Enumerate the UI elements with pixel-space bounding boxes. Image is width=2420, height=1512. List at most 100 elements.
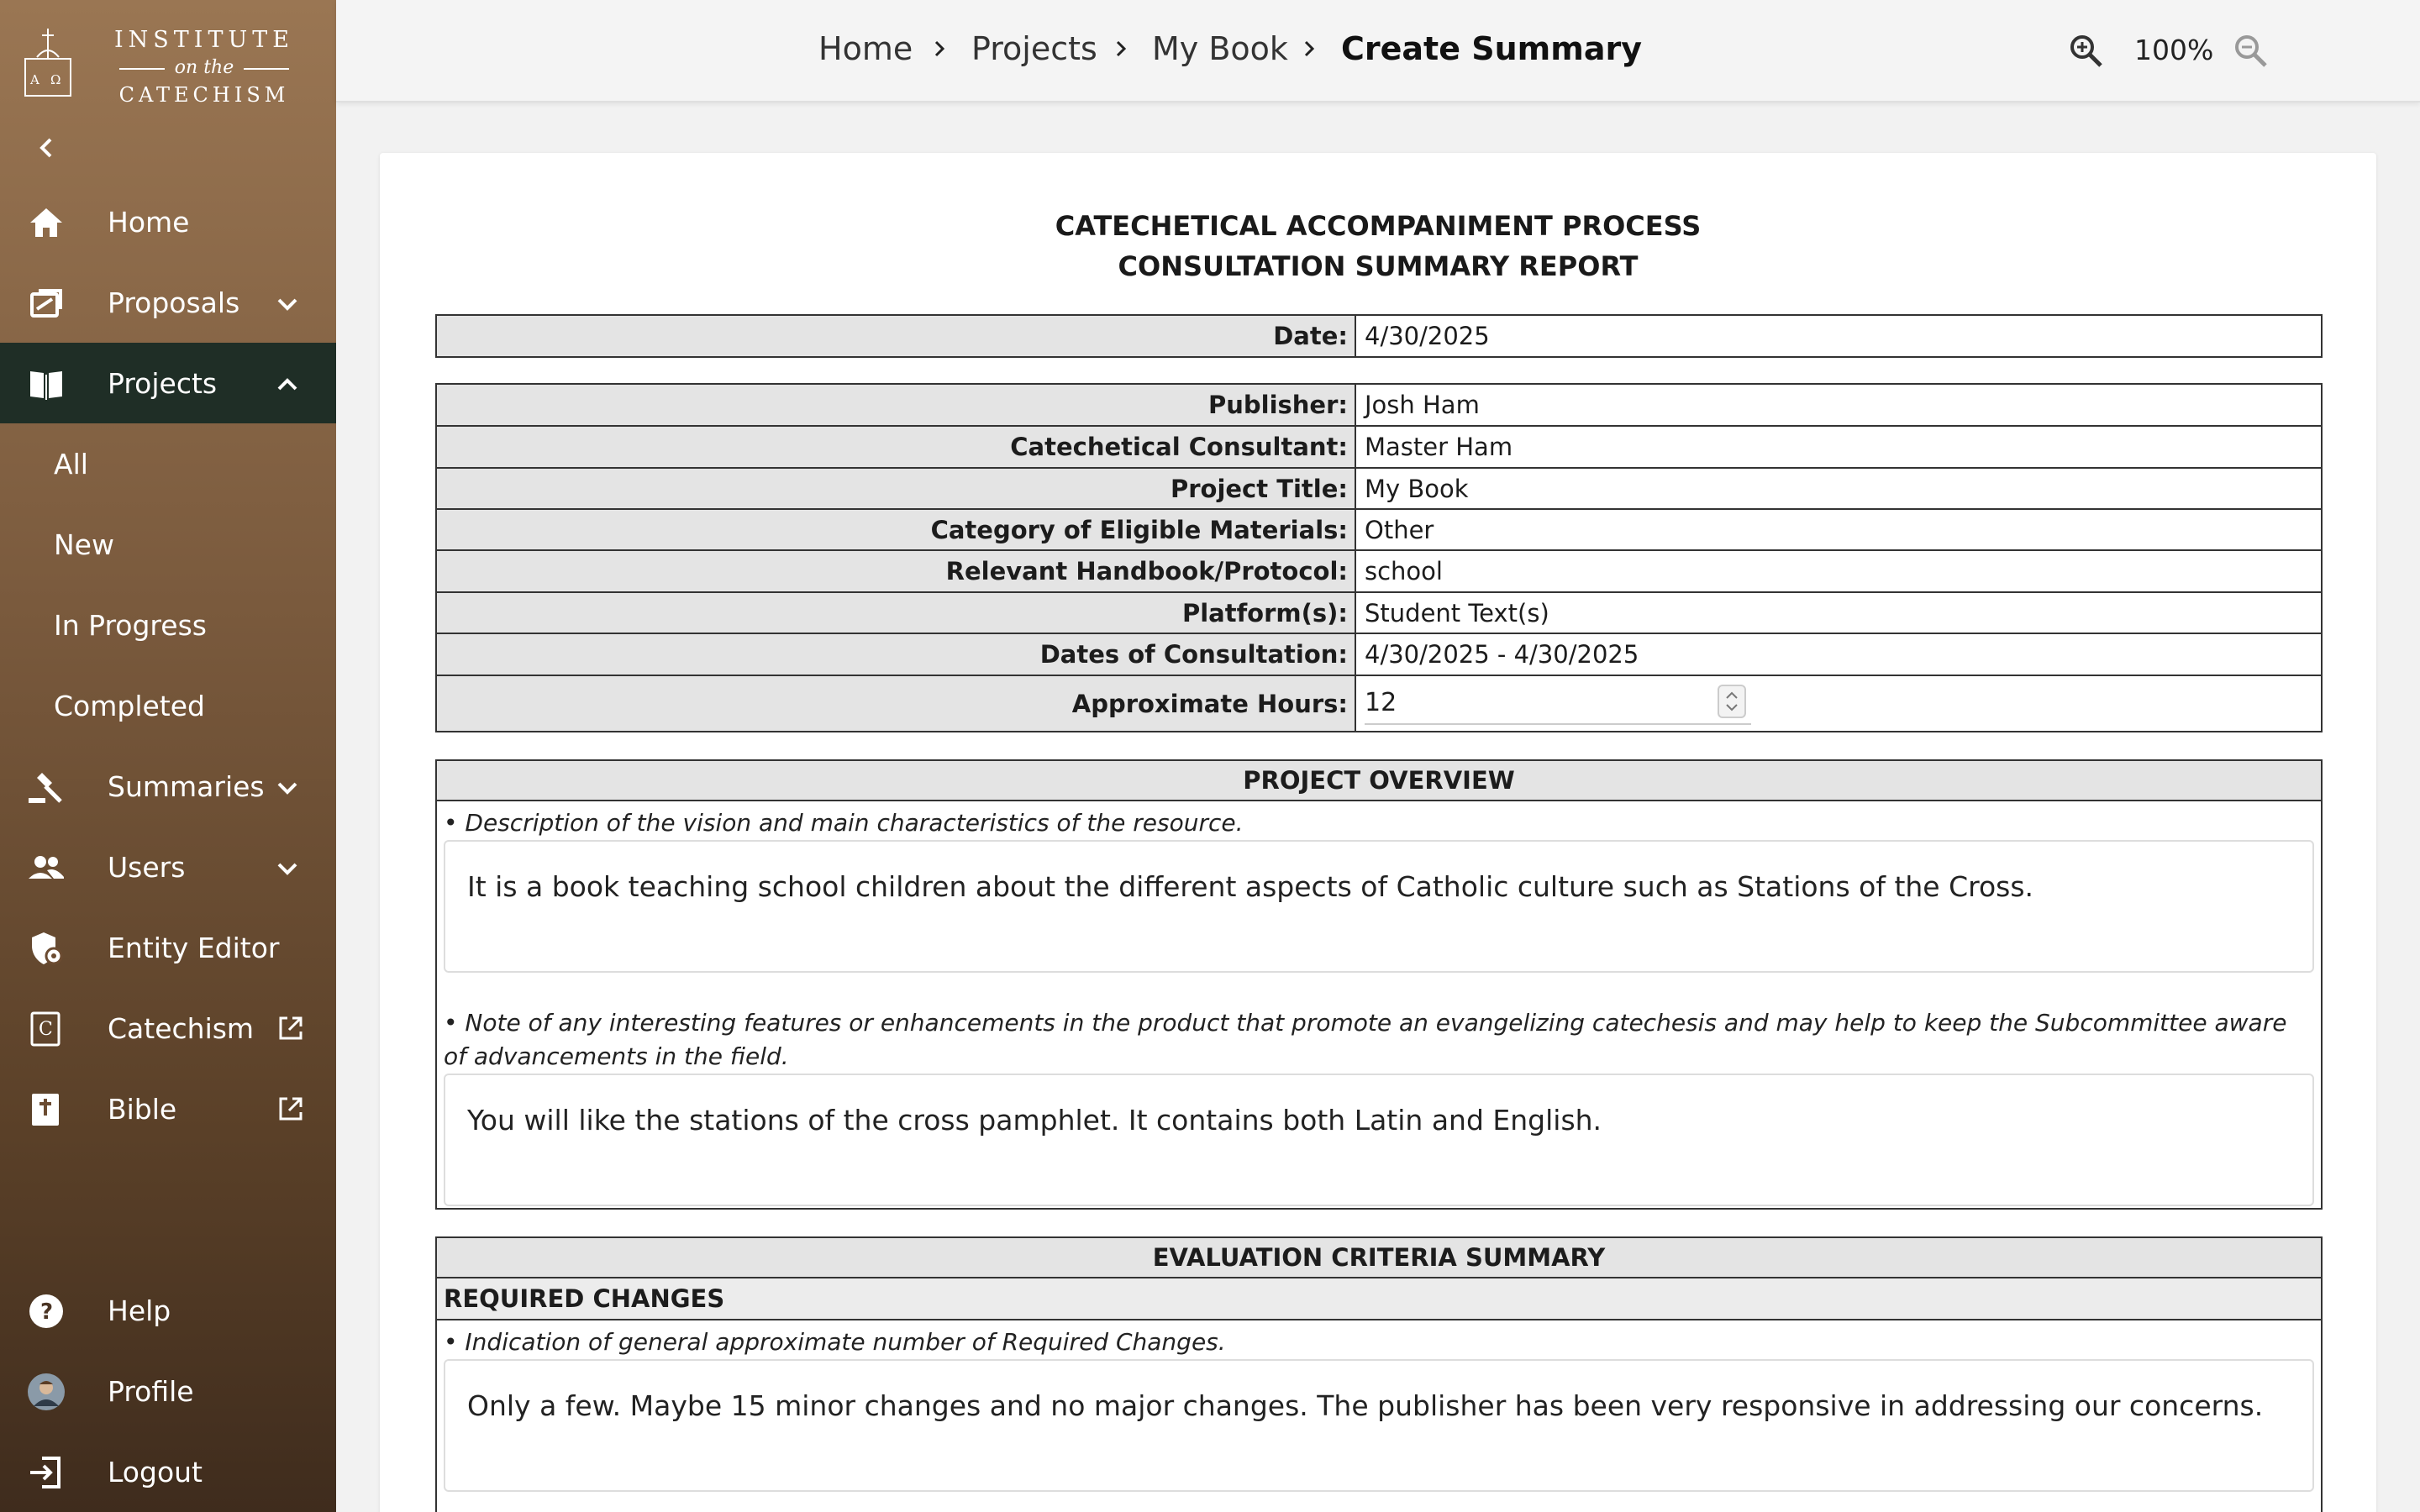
publisher-value[interactable]: Josh Ham (1358, 385, 2321, 425)
chevron-down-icon (277, 782, 297, 795)
sidebar-item-label: Entity Editor (108, 931, 280, 964)
date-table: Date: 4/30/2025 (435, 314, 2323, 358)
breadcrumb-current: Create Summary (1341, 30, 1642, 67)
sidebar-item-label: Logout (108, 1455, 203, 1488)
logout-icon (30, 1457, 60, 1488)
sidebar-item-profile[interactable]: Profile (0, 1351, 336, 1431)
avatar (28, 1373, 65, 1410)
sidebar-item-logout[interactable]: Logout (0, 1431, 336, 1512)
sidebar: A Ω INSTITUTE on the CATECHISM Home Prop… (0, 0, 336, 1512)
chevron-left-icon (39, 138, 52, 158)
project-title-value[interactable]: My Book (1358, 469, 2321, 508)
sidebar-item-label: Summaries (108, 769, 265, 803)
external-link-icon (279, 1016, 302, 1040)
overview-features-field[interactable]: You will like the stations of the cross … (444, 1074, 2314, 1206)
sidebar-item-label: Bible (108, 1092, 177, 1126)
sidebar-item-projects[interactable]: Projects (0, 343, 336, 423)
field-label: Approximate Hours: (437, 676, 1356, 731)
catechism-icon: C (30, 1011, 60, 1047)
field-label: Relevant Handbook/Protocol: (437, 551, 1356, 591)
logo-line-2: on the (106, 55, 302, 81)
sidebar-subitem-label: All (54, 447, 88, 480)
sidebar-item-label: Help (108, 1294, 171, 1327)
top-bar: Home Projects My Book Create Summary 100… (336, 0, 2420, 102)
sidebar-item-label: Catechism (108, 1011, 255, 1045)
sidebar-subitem-new[interactable]: New (0, 504, 336, 585)
institute-logo[interactable]: A Ω INSTITUTE on the CATECHISM (22, 24, 291, 107)
stepper-arrows-icon (1726, 691, 1738, 711)
sidebar-item-proposals[interactable]: Proposals (0, 262, 336, 343)
breadcrumb-projects[interactable]: Projects (971, 30, 1097, 67)
sidebar-item-label: Home (108, 205, 190, 239)
sidebar-subitem-completed[interactable]: Completed (0, 665, 336, 746)
external-link-icon (279, 1097, 302, 1121)
breadcrumb-home[interactable]: Home (818, 30, 913, 67)
book-icon (30, 371, 62, 400)
platform-value[interactable]: Student Text(s) (1358, 593, 2321, 633)
overview-description-field[interactable]: It is a book teaching school children ab… (444, 840, 2314, 973)
consultant-value[interactable]: Master Ham (1358, 427, 2321, 467)
hours-stepper[interactable] (1718, 685, 1746, 718)
table-row: Catechetical Consultant: Master Ham (437, 427, 2321, 469)
zoom-level: 100% (2134, 34, 2214, 66)
date-value[interactable]: 4/30/2025 (1358, 316, 2321, 356)
required-changes-prompt: • Indication of general approximate numb… (444, 1328, 1226, 1356)
shield-icon (32, 932, 63, 965)
sidebar-item-label: Users (108, 850, 186, 884)
field-label: Publisher: (437, 385, 1356, 425)
chevron-up-icon (277, 378, 297, 391)
zoom-out-icon[interactable] (2232, 32, 2269, 69)
bible-icon (32, 1094, 59, 1126)
report-title-line-2: CONSULTATION SUMMARY REPORT (1118, 250, 1639, 282)
dates-value[interactable]: 4/30/2025 - 4/30/2025 (1358, 634, 2321, 675)
date-label: Date: (437, 316, 1356, 356)
field-label: Platform(s): (437, 593, 1356, 633)
gavel-icon (29, 773, 62, 803)
breadcrumb-my-book[interactable]: My Book (1152, 30, 1288, 67)
svg-text:A: A (29, 72, 39, 87)
evaluation-heading: EVALUATION CRITERIA SUMMARY (437, 1238, 2321, 1278)
logo-line-3: CATECHISM (118, 83, 290, 107)
sidebar-item-summaries[interactable]: Summaries (0, 746, 336, 827)
chevron-down-icon (277, 298, 297, 311)
zoom-in-icon[interactable] (2067, 32, 2104, 69)
sidebar-subitem-label: Completed (54, 689, 205, 722)
sidebar-subitem-all[interactable]: All (0, 423, 336, 504)
sidebar-item-bible[interactable]: Bible (0, 1068, 336, 1149)
help-icon: ? (29, 1294, 63, 1328)
collapse-sidebar-button[interactable] (30, 131, 64, 165)
chevron-right-icon (934, 40, 945, 57)
table-row: Relevant Handbook/Protocol: school (437, 551, 2321, 593)
chevron-right-icon (1304, 40, 1315, 57)
home-icon (30, 208, 62, 237)
required-changes-heading: REQUIRED CHANGES (437, 1278, 2321, 1320)
overview-prompt-2: • Note of any interesting features or en… (444, 1009, 2287, 1070)
table-row: Category of Eligible Materials: Other (437, 510, 2321, 551)
report-title-line-1: CATECHETICAL ACCOMPANIMENT PROCESS (1055, 210, 1702, 242)
sidebar-subitem-label: New (54, 528, 114, 561)
sidebar-subitem-in-progress[interactable]: In Progress (0, 585, 336, 665)
table-row: Approximate Hours: 12 (437, 676, 2321, 731)
sidebar-item-entity-editor[interactable]: Entity Editor (0, 907, 336, 988)
overview-prompt-1: • Description of the vision and main cha… (444, 809, 1244, 837)
logo-line-1: INSTITUTE (114, 27, 294, 53)
sidebar-item-users[interactable]: Users (0, 827, 336, 907)
sidebar-item-catechism[interactable]: C Catechism (0, 988, 336, 1068)
evaluation-section: EVALUATION CRITERIA SUMMARY REQUIRED CHA… (435, 1236, 2323, 1512)
chevron-down-icon (277, 863, 297, 875)
field-label: Project Title: (437, 469, 1356, 508)
category-value[interactable]: Other (1358, 510, 2321, 549)
field-label: Dates of Consultation: (437, 634, 1356, 675)
required-changes-field[interactable]: Only a few. Maybe 15 minor changes and n… (444, 1359, 2314, 1492)
sidebar-item-help[interactable]: ? Help (0, 1270, 336, 1351)
hours-input[interactable]: 12 (1365, 681, 1751, 725)
project-overview-section: PROJECT OVERVIEW • Description of the vi… (435, 759, 2323, 1210)
svg-text:Ω: Ω (50, 72, 60, 87)
sidebar-item-home[interactable]: Home (0, 181, 336, 262)
svg-text:?: ? (40, 1299, 53, 1325)
svg-text:C: C (39, 1019, 53, 1040)
handbook-value[interactable]: school (1358, 551, 2321, 591)
sidebar-item-label: Proposals (108, 286, 240, 319)
table-row: Platform(s): Student Text(s) (437, 593, 2321, 634)
proposals-icon (30, 289, 62, 318)
